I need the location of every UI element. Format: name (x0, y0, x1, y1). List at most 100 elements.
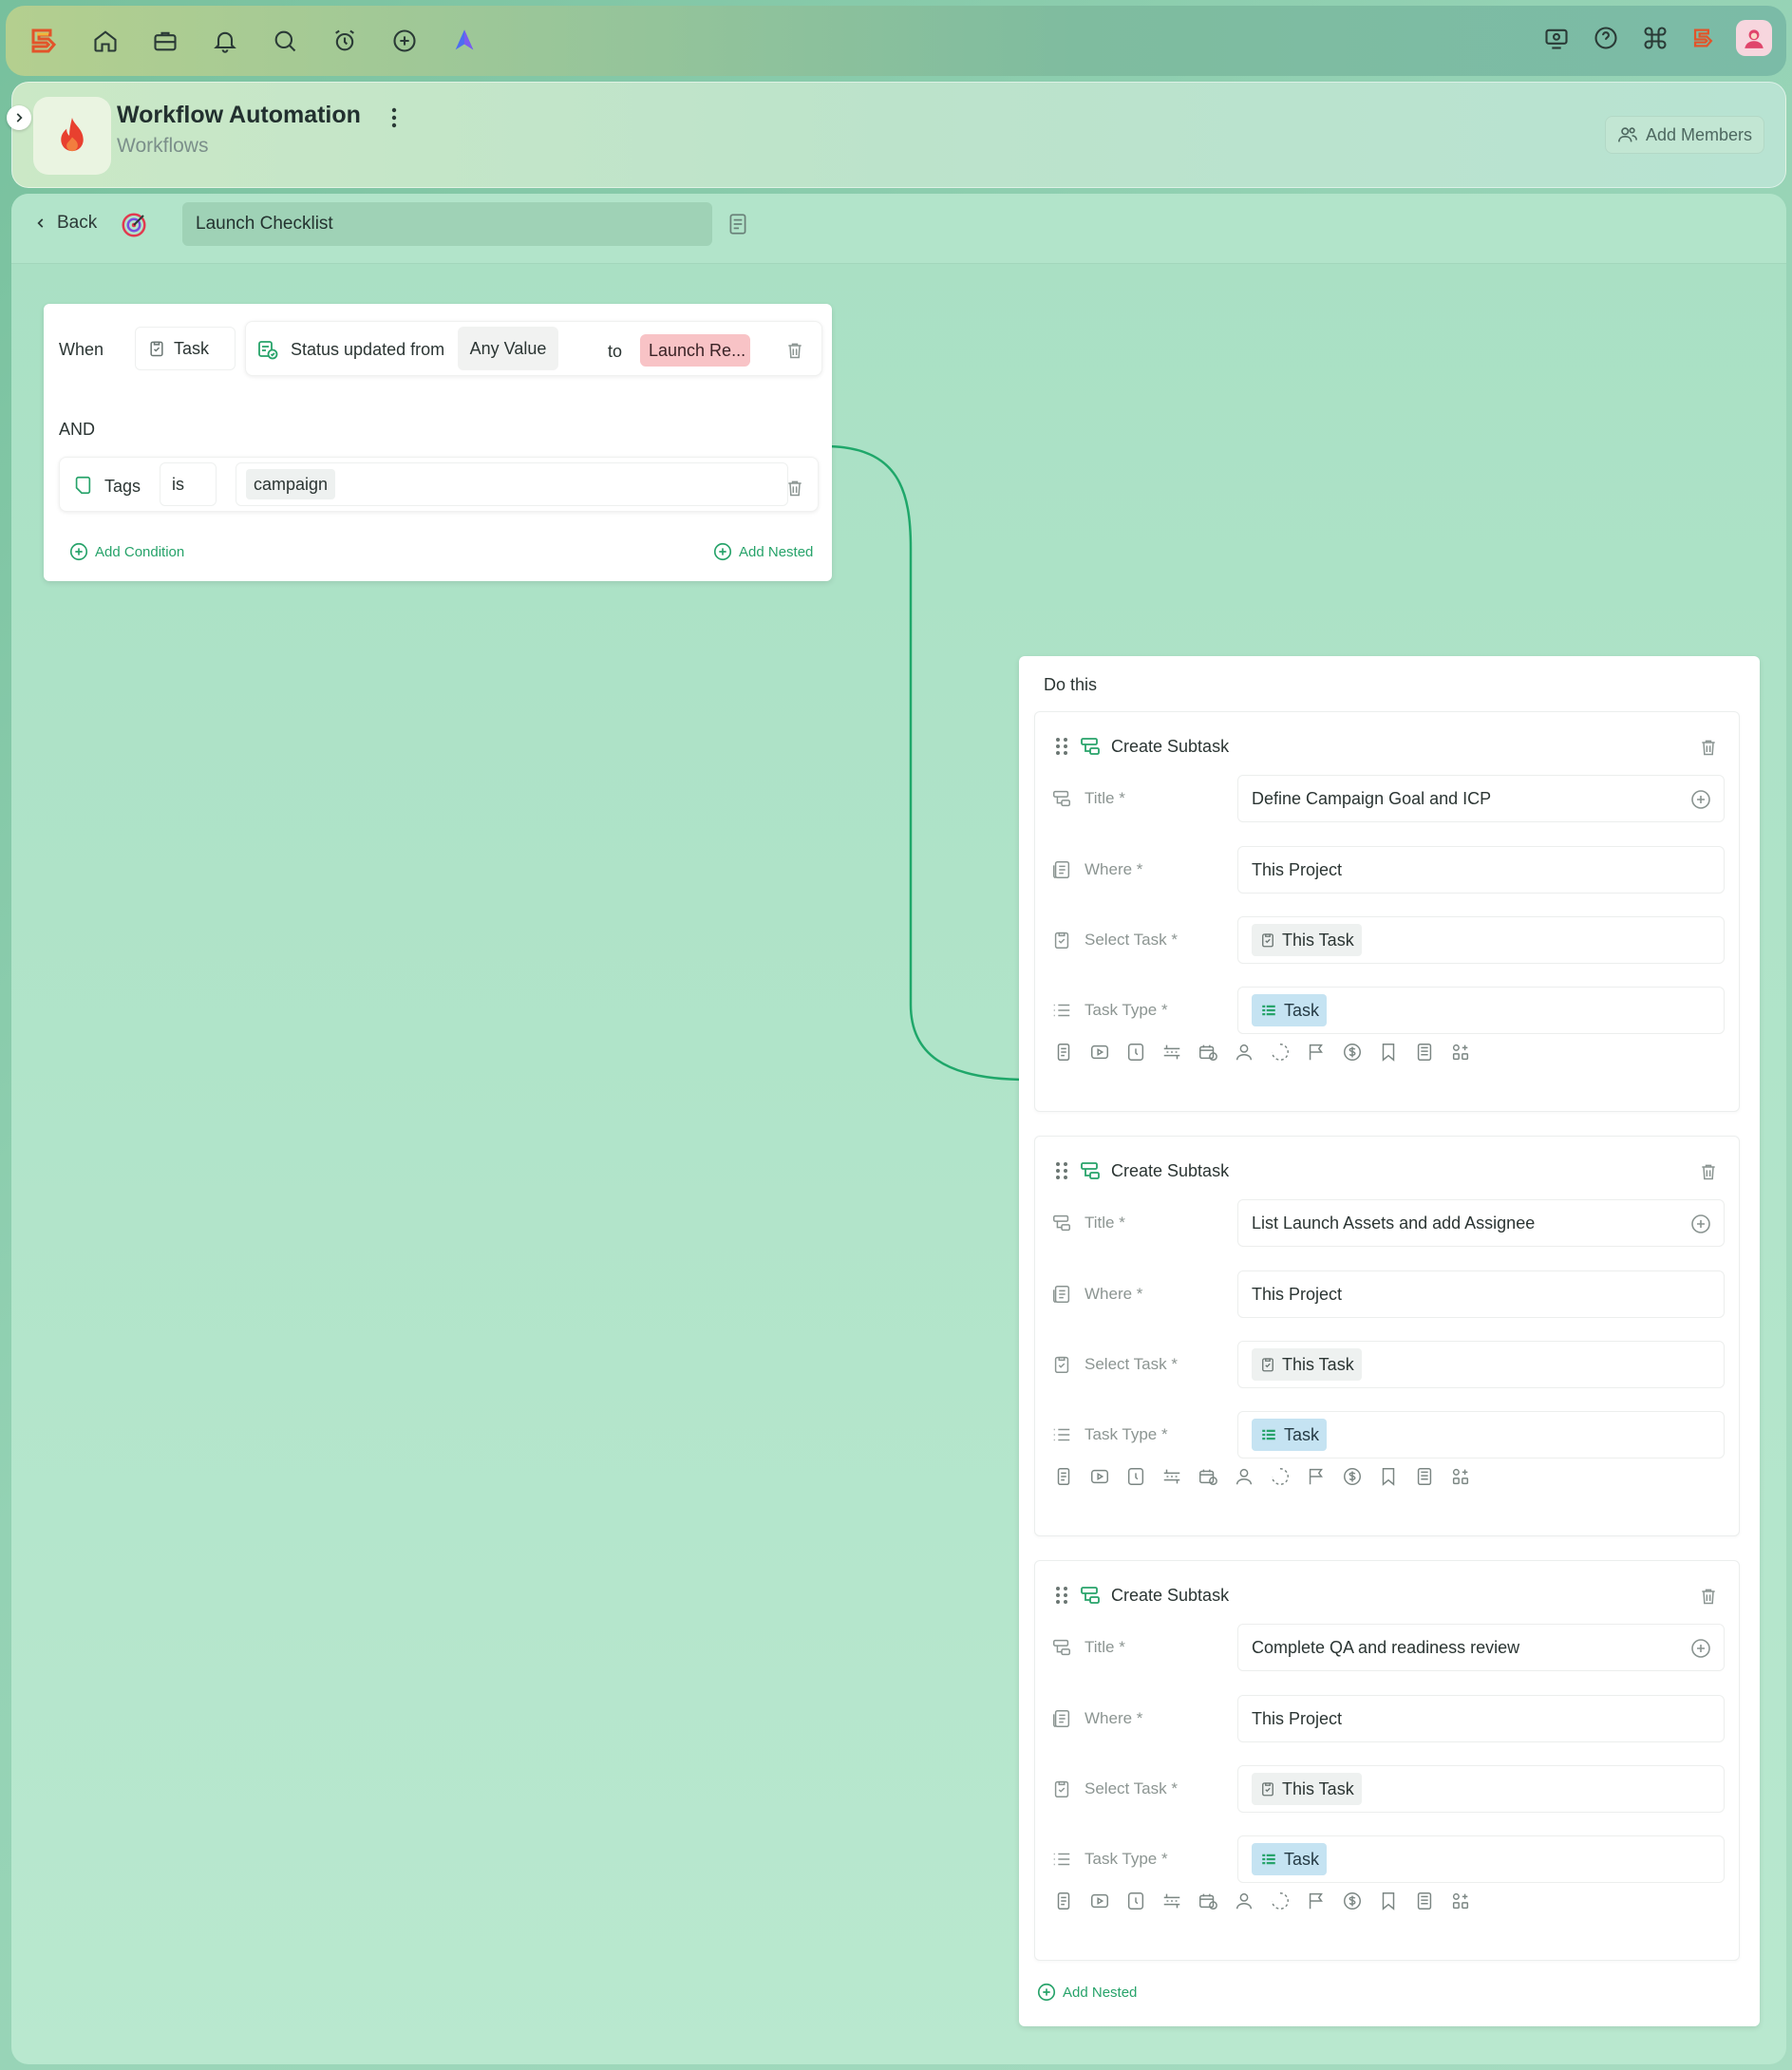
plus-circle-icon[interactable] (1689, 1213, 1712, 1235)
calculator-icon[interactable] (1413, 1890, 1436, 1912)
trigger-entity-select[interactable]: Task (135, 327, 236, 370)
calendar-icon[interactable] (1197, 1465, 1219, 1488)
help-icon[interactable] (1587, 19, 1625, 57)
task-type-select[interactable]: Task (1237, 1835, 1725, 1883)
condition-field-label[interactable]: Tags (104, 477, 141, 497)
drag-handle-icon[interactable] (1054, 1160, 1069, 1181)
condition-operator-select[interactable]: is (160, 462, 217, 506)
trash-icon[interactable] (1698, 1161, 1719, 1182)
trash-icon[interactable] (1698, 737, 1719, 758)
status-icon[interactable] (1269, 1041, 1292, 1063)
kebab-menu-icon[interactable] (385, 104, 404, 132)
more-fields-icon[interactable] (1449, 1465, 1472, 1488)
workflow-name-input[interactable]: Launch Checklist (182, 202, 712, 246)
select-task-label: Select Task * (1085, 1779, 1178, 1797)
command-icon[interactable] (1636, 19, 1674, 57)
trash-icon[interactable] (784, 340, 805, 361)
alarm-clock-icon[interactable] (326, 22, 364, 60)
project-subtitle[interactable]: Workflows (117, 135, 208, 158)
calculator-icon[interactable] (1413, 1041, 1436, 1063)
trash-icon[interactable] (1698, 1586, 1719, 1607)
editor-toolbar: Back Launch Checklist (11, 194, 1786, 264)
where-select[interactable]: This Project (1237, 846, 1725, 894)
where-value: This Project (1252, 1284, 1343, 1304)
select-task-select[interactable]: This Task (1237, 1341, 1725, 1388)
task-type-select[interactable]: Task (1237, 987, 1725, 1034)
target-icon[interactable] (120, 211, 148, 239)
bookmark-icon[interactable] (1377, 1890, 1400, 1912)
navigation-icon[interactable] (445, 22, 483, 60)
clock-icon[interactable] (1124, 1041, 1147, 1063)
add-members-button[interactable]: Add Members (1604, 116, 1764, 154)
add-condition-button[interactable]: Add Condition (68, 541, 184, 562)
user-avatar[interactable] (1735, 19, 1773, 57)
more-fields-icon[interactable] (1449, 1890, 1472, 1912)
select-task-select[interactable]: This Task (1237, 916, 1725, 964)
drag-handle-icon[interactable] (1054, 1585, 1069, 1606)
date-range-icon[interactable] (1160, 1041, 1183, 1063)
subtask-icon (1053, 790, 1070, 807)
title-input[interactable]: List Launch Assets and add Assignee (1237, 1199, 1725, 1247)
title-input[interactable]: Define Campaign Goal and ICP (1237, 775, 1725, 822)
back-button[interactable]: Back (34, 213, 97, 234)
trash-icon[interactable] (784, 478, 805, 499)
description-icon[interactable] (1052, 1890, 1075, 1912)
subtask-icon (1053, 1639, 1070, 1656)
date-range-icon[interactable] (1160, 1465, 1183, 1488)
search-icon[interactable] (266, 22, 304, 60)
title-label: Title * (1085, 1214, 1125, 1232)
priority-flag-icon[interactable] (1305, 1465, 1328, 1488)
currency-icon[interactable] (1341, 1041, 1364, 1063)
calendar-icon[interactable] (1197, 1890, 1219, 1912)
task-type-select[interactable]: Task (1237, 1411, 1725, 1458)
assignee-icon[interactable] (1233, 1465, 1255, 1488)
notes-icon[interactable] (726, 211, 752, 237)
assignee-icon[interactable] (1233, 1041, 1255, 1063)
description-icon[interactable] (1052, 1041, 1075, 1063)
from-value-select[interactable]: Any Value (458, 327, 558, 370)
status-icon[interactable] (1269, 1890, 1292, 1912)
add-nested-label: Add Nested (739, 543, 814, 560)
currency-icon[interactable] (1341, 1890, 1364, 1912)
add-nested-button[interactable]: Add Nested (1036, 1982, 1137, 2003)
bookmark-icon[interactable] (1377, 1465, 1400, 1488)
plus-circle-icon[interactable] (386, 22, 424, 60)
bookmark-icon[interactable] (1377, 1041, 1400, 1063)
condition-value-field[interactable]: campaign (236, 462, 788, 506)
calendar-icon[interactable] (1197, 1041, 1219, 1063)
brand-logo-icon[interactable] (1686, 19, 1724, 57)
plus-circle-icon[interactable] (1689, 1637, 1712, 1660)
priority-flag-icon[interactable] (1305, 1890, 1328, 1912)
where-select[interactable]: This Project (1237, 1695, 1725, 1742)
video-icon[interactable] (1088, 1465, 1111, 1488)
screen-record-icon[interactable] (1537, 19, 1575, 57)
bell-icon[interactable] (206, 22, 244, 60)
add-nested-button[interactable]: Add Nested (712, 541, 813, 562)
clock-icon[interactable] (1124, 1890, 1147, 1912)
sidebar-expand-button[interactable] (7, 105, 31, 130)
home-icon[interactable] (86, 22, 124, 60)
selected-task-tag: This Task (1252, 924, 1362, 956)
clock-icon[interactable] (1124, 1465, 1147, 1488)
date-range-icon[interactable] (1160, 1890, 1183, 1912)
where-select[interactable]: This Project (1237, 1270, 1725, 1318)
app-logo-icon[interactable] (27, 22, 65, 60)
from-value-dropdown-area[interactable] (558, 327, 577, 370)
more-fields-icon[interactable] (1449, 1041, 1472, 1063)
select-task-select[interactable]: This Task (1237, 1765, 1725, 1813)
workflow-canvas: When Task Status updated from Any Value … (11, 264, 1786, 2064)
currency-icon[interactable] (1341, 1465, 1364, 1488)
plus-circle-icon[interactable] (1689, 788, 1712, 811)
status-icon[interactable] (1269, 1465, 1292, 1488)
title-input[interactable]: Complete QA and readiness review (1237, 1624, 1725, 1671)
briefcase-icon[interactable] (146, 22, 184, 60)
priority-flag-icon[interactable] (1305, 1041, 1328, 1063)
description-icon[interactable] (1052, 1465, 1075, 1488)
to-value-select[interactable]: Launch Re... (640, 334, 750, 367)
tag-icon (75, 476, 91, 495)
assignee-icon[interactable] (1233, 1890, 1255, 1912)
calculator-icon[interactable] (1413, 1465, 1436, 1488)
video-icon[interactable] (1088, 1890, 1111, 1912)
video-icon[interactable] (1088, 1041, 1111, 1063)
drag-handle-icon[interactable] (1054, 736, 1069, 757)
